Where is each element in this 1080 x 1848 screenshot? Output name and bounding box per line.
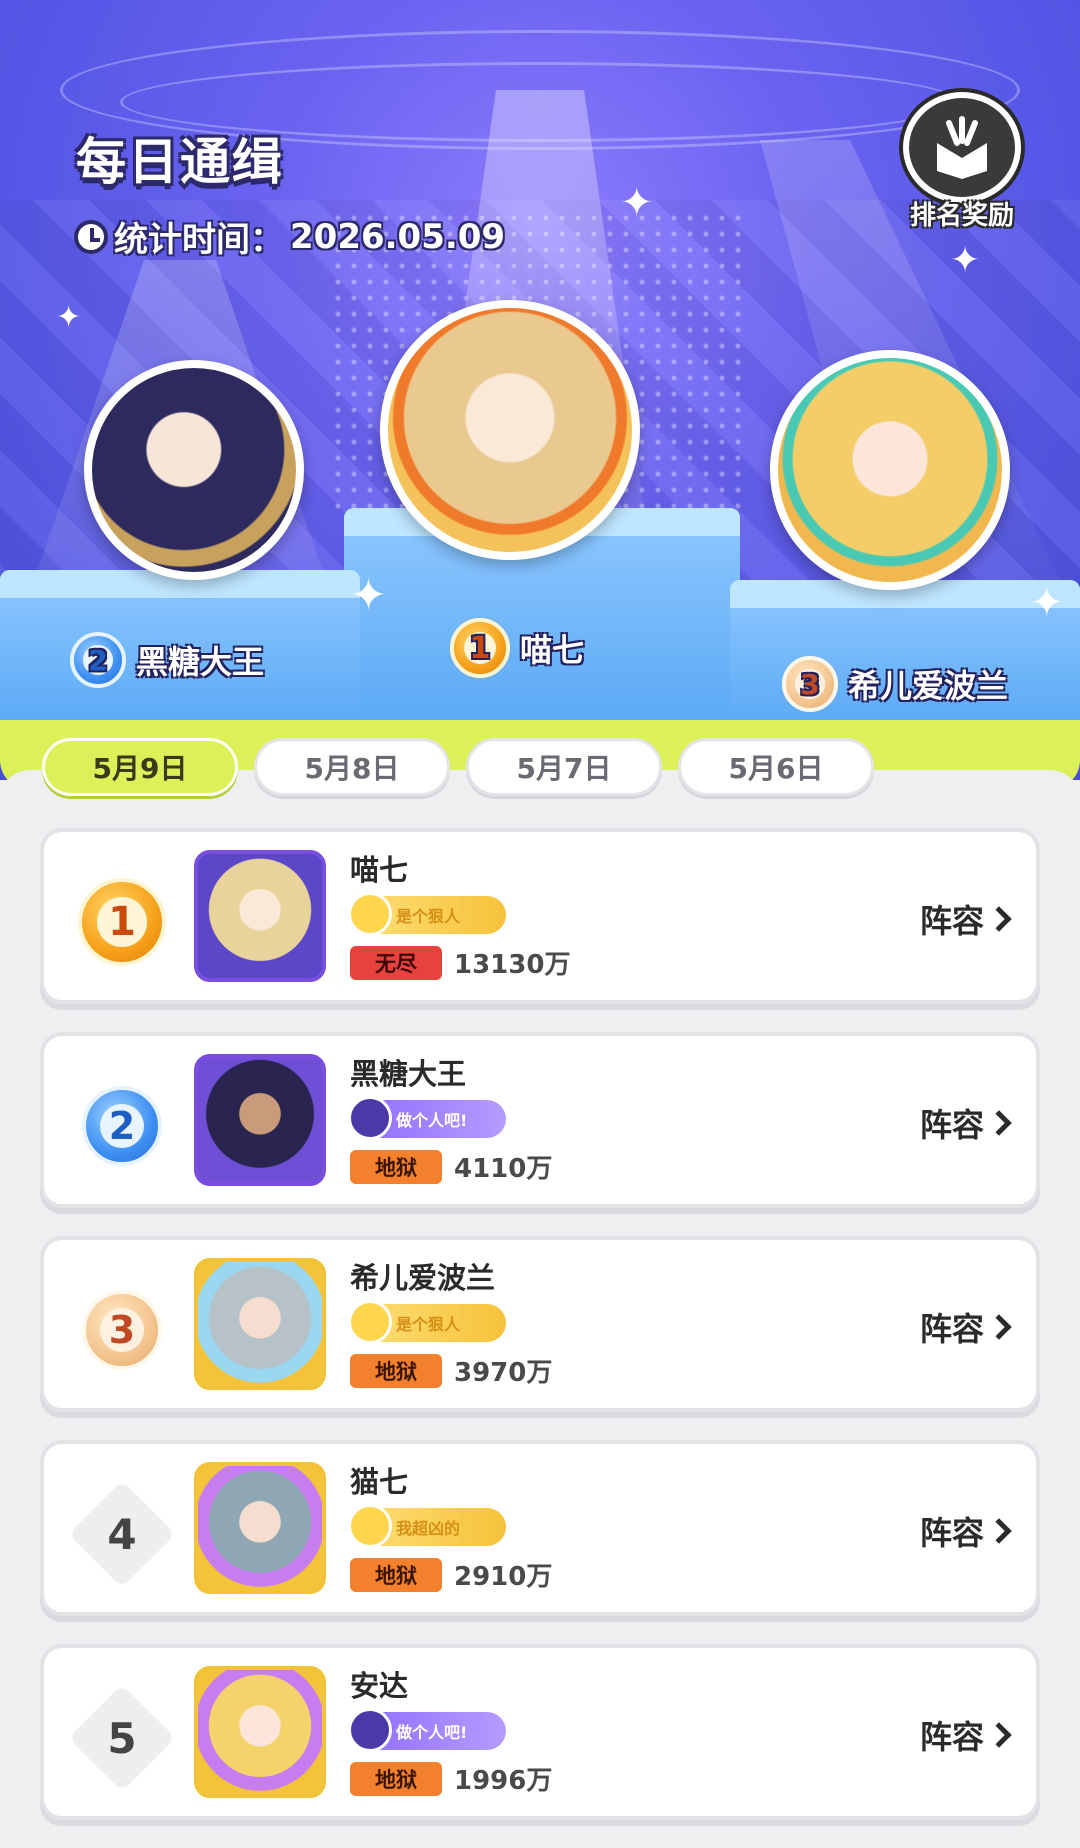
- rank-cell: 2: [72, 1076, 172, 1176]
- player-info: 猫七 我超凶的 地狱 2910万: [348, 1462, 552, 1593]
- rank-reward-button[interactable]: 排名奖励: [898, 92, 1026, 232]
- table-row: 1 喵七 是个狠人 无尽 13130万 阵容: [40, 828, 1040, 1004]
- podium-second-name: 2 黑糖大王: [70, 632, 264, 688]
- hero-banner: 每日通缉 统计时间： 2026.05.09 排名奖励 2 黑糖大王 1 喵七 3…: [0, 0, 1080, 780]
- avatar[interactable]: [194, 1054, 326, 1186]
- chevron-right-icon: [986, 1110, 1012, 1136]
- table-row: 4 猫七 我超凶的 地狱 2910万 阵容: [40, 1440, 1040, 1616]
- bronze-medal-icon: 3: [82, 1290, 162, 1370]
- avatar[interactable]: [194, 850, 326, 982]
- rank-cell: 5: [68, 1684, 176, 1792]
- silver-medal-icon: 2: [82, 1086, 162, 1166]
- table-row: 5 安达 做个人吧! 地狱 1996万 阵容: [40, 1644, 1040, 1820]
- stat-time: 统计时间： 2026.05.09: [74, 212, 505, 261]
- rank-cell: 1: [72, 872, 172, 972]
- reward-label: 排名奖励: [909, 201, 1014, 231]
- table-row: 3 希儿爱波兰 是个狠人 地狱 3970万 阵容: [40, 1236, 1040, 1412]
- score-value: 2910万: [454, 1562, 553, 1592]
- title-badge: 做个人吧!: [348, 1708, 506, 1752]
- bronze-medal-icon: 3: [782, 656, 838, 712]
- mode-badge: 地狱: [350, 1149, 442, 1184]
- mode-badge: 地狱: [350, 1557, 442, 1592]
- ranking-list: 1 喵七 是个狠人 无尽 13130万 阵容 2 黑糖大王 做个人吧! 地狱 4…: [40, 828, 1040, 1848]
- player-name: 黑糖大王: [350, 1057, 467, 1091]
- mode-badge: 地狱: [350, 1761, 442, 1796]
- score-line: 地狱 3970万: [350, 1352, 552, 1389]
- lineup-button[interactable]: 阵容: [920, 1508, 1012, 1554]
- gold-medal-icon: 1: [450, 618, 510, 678]
- tab-may-8[interactable]: 5月8日: [254, 738, 450, 796]
- score-value: 4110万: [454, 1154, 553, 1184]
- score-value: 3970万: [454, 1358, 553, 1388]
- chevron-right-icon: [986, 1722, 1012, 1748]
- score-value: 13130万: [454, 950, 571, 980]
- player-name: 猫七: [350, 1465, 409, 1499]
- player-name: 喵七: [350, 853, 409, 887]
- sparkle-icon: ✦: [620, 180, 654, 226]
- player-info: 黑糖大王 做个人吧! 地狱 4110万: [348, 1054, 552, 1185]
- chick-icon: [348, 1504, 392, 1548]
- first-place-character: [380, 300, 640, 560]
- chick-icon: [348, 892, 392, 936]
- score-line: 地狱 4110万: [350, 1148, 552, 1185]
- score-value: 1996万: [454, 1766, 553, 1796]
- second-place-character: [84, 360, 304, 580]
- clock-icon: [74, 219, 108, 254]
- lineup-button[interactable]: 阵容: [920, 896, 1012, 942]
- lineup-button[interactable]: 阵容: [920, 1304, 1012, 1350]
- stat-date: 2026.05.09: [290, 216, 506, 257]
- third-place-character: [770, 350, 1010, 590]
- lineup-button[interactable]: 阵容: [920, 1100, 1012, 1146]
- tab-may-6[interactable]: 5月6日: [678, 738, 874, 796]
- table-row: 2 黑糖大王 做个人吧! 地狱 4110万 阵容: [40, 1032, 1040, 1208]
- sparkle-icon: ✦: [350, 570, 387, 621]
- title-badge: 是个狠人: [348, 1300, 506, 1344]
- chevron-right-icon: [986, 1518, 1012, 1544]
- title-badge: 我超凶的: [348, 1504, 506, 1548]
- chick-icon: [348, 1300, 392, 1344]
- chevron-right-icon: [986, 1314, 1012, 1340]
- tab-may-9[interactable]: 5月9日: [42, 738, 238, 796]
- podium-third-name: 3 希儿爱波兰: [782, 656, 1008, 712]
- page-title: 每日通缉: [76, 133, 284, 191]
- avatar[interactable]: [194, 1666, 326, 1798]
- score-line: 地狱 1996万: [350, 1760, 552, 1797]
- rank-cell: 4: [68, 1480, 176, 1588]
- avatar[interactable]: [194, 1462, 326, 1594]
- player-info: 喵七 是个狠人 无尽 13130万: [348, 850, 570, 981]
- silver-medal-icon: 2: [70, 632, 126, 688]
- mode-badge: 地狱: [350, 1353, 442, 1388]
- score-line: 无尽 13130万: [350, 944, 570, 981]
- chevron-right-icon: [986, 906, 1012, 932]
- rank-number: 4: [107, 1509, 137, 1559]
- player-info: 希儿爱波兰 是个狠人 地狱 3970万: [348, 1258, 552, 1389]
- title-badge: 是个狠人: [348, 892, 506, 936]
- cat-icon: [348, 1096, 392, 1140]
- mode-badge: 无尽: [350, 945, 442, 980]
- cat-icon: [348, 1708, 392, 1752]
- rank-number: 5: [107, 1713, 137, 1763]
- gold-medal-icon: 1: [78, 878, 166, 966]
- podium-first-name: 1 喵七: [450, 618, 584, 678]
- player-name: 希儿爱波兰: [350, 1261, 496, 1295]
- sparkle-icon: ✦: [1030, 580, 1064, 626]
- reward-icon: [903, 92, 1021, 203]
- title-badge: 做个人吧!: [348, 1096, 506, 1140]
- date-tabs: 5月9日 5月8日 5月7日 5月6日: [42, 738, 874, 796]
- stat-label: 统计时间：: [114, 220, 284, 260]
- avatar[interactable]: [194, 1258, 326, 1390]
- player-info: 安达 做个人吧! 地狱 1996万: [348, 1666, 552, 1797]
- player-name: 安达: [350, 1669, 409, 1703]
- sparkle-icon: ✦: [56, 300, 82, 335]
- score-line: 地狱 2910万: [350, 1556, 552, 1593]
- tab-may-7[interactable]: 5月7日: [466, 738, 662, 796]
- lineup-button[interactable]: 阵容: [920, 1712, 1012, 1758]
- rank-cell: 3: [72, 1280, 172, 1380]
- sparkle-icon: ✦: [950, 240, 981, 281]
